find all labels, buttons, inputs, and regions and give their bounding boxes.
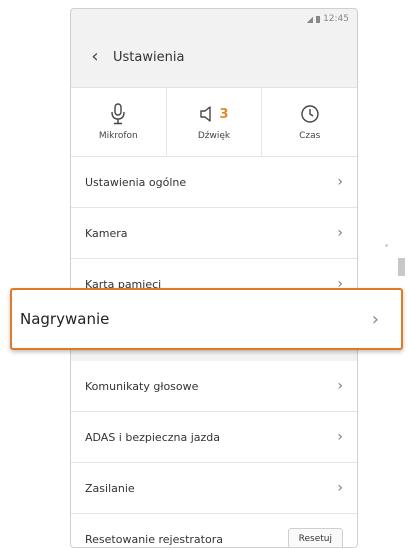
tab-time[interactable]: Czas [262, 88, 357, 156]
list-item-camera[interactable]: Kamera › [71, 208, 357, 259]
speaker-icon [200, 106, 212, 122]
list-item-label: Zasilanie [85, 481, 135, 495]
chevron-right-icon: › [337, 174, 343, 190]
tab-microphone[interactable]: Mikrofon [71, 88, 167, 156]
tab-label-time: Czas [299, 131, 321, 141]
clock-icon [300, 105, 319, 123]
tab-sound[interactable]: 3 Dźwięk [167, 88, 263, 156]
list-item-adas[interactable]: ADAS i bezpieczna jazda › [71, 412, 357, 463]
chevron-right-icon: › [337, 480, 343, 496]
decorative-mark [398, 258, 405, 276]
chevron-right-icon: › [337, 225, 343, 241]
list-item-reset-recorder: Resetowanie rejestratora Resetuj [71, 514, 357, 547]
tab-label-microphone: Mikrofon [98, 131, 138, 141]
chevron-right-icon: › [337, 378, 343, 394]
header: ‹ Ustawienia [71, 35, 357, 79]
list-item-label: Resetowanie rejestratora [85, 532, 223, 546]
signal-icon [307, 15, 314, 23]
chevron-right-icon: › [337, 429, 343, 445]
status-time: 12:45 [323, 14, 349, 24]
list-item-label-recording: Nagrywanie [20, 310, 110, 328]
list-item-general-settings[interactable]: Ustawienia ogólne › [71, 157, 357, 208]
reset-button[interactable]: Resetuj [287, 528, 343, 547]
back-button[interactable]: ‹ [85, 48, 105, 66]
list-item-voice-messages[interactable]: Komunikaty głosowe › [71, 361, 357, 412]
settings-list: Ustawienia ogólne › Kamera › Karta pamię… [71, 157, 357, 547]
chevron-right-icon: › [371, 308, 379, 330]
list-item-label: Komunikaty głosowe [85, 379, 199, 393]
list-item-power[interactable]: Zasilanie › [71, 463, 357, 514]
chevron-left-icon: ‹ [91, 46, 99, 67]
list-item-label: ADAS i bezpieczna jazda [85, 430, 221, 444]
volume-level-badge: 3 [219, 106, 229, 122]
status-bar: 12:45 [307, 14, 349, 24]
microphone-icon [111, 103, 126, 125]
battery-icon [316, 15, 321, 23]
list-item-label: Ustawienia ogólne [85, 175, 187, 189]
list-item-label: Kamera [85, 226, 128, 240]
phone-screen: 12:45 ‹ Ustawienia Mikrofon 3 Dźwięk Cza… [70, 8, 358, 548]
page-title: Ustawienia [113, 49, 185, 65]
tab-label-sound: Dźwięk [197, 131, 231, 141]
decorative-dot [385, 244, 388, 247]
list-item-recording[interactable]: Nagrywanie › [10, 288, 403, 350]
quick-settings-tabs: Mikrofon 3 Dźwięk Czas [71, 87, 357, 157]
